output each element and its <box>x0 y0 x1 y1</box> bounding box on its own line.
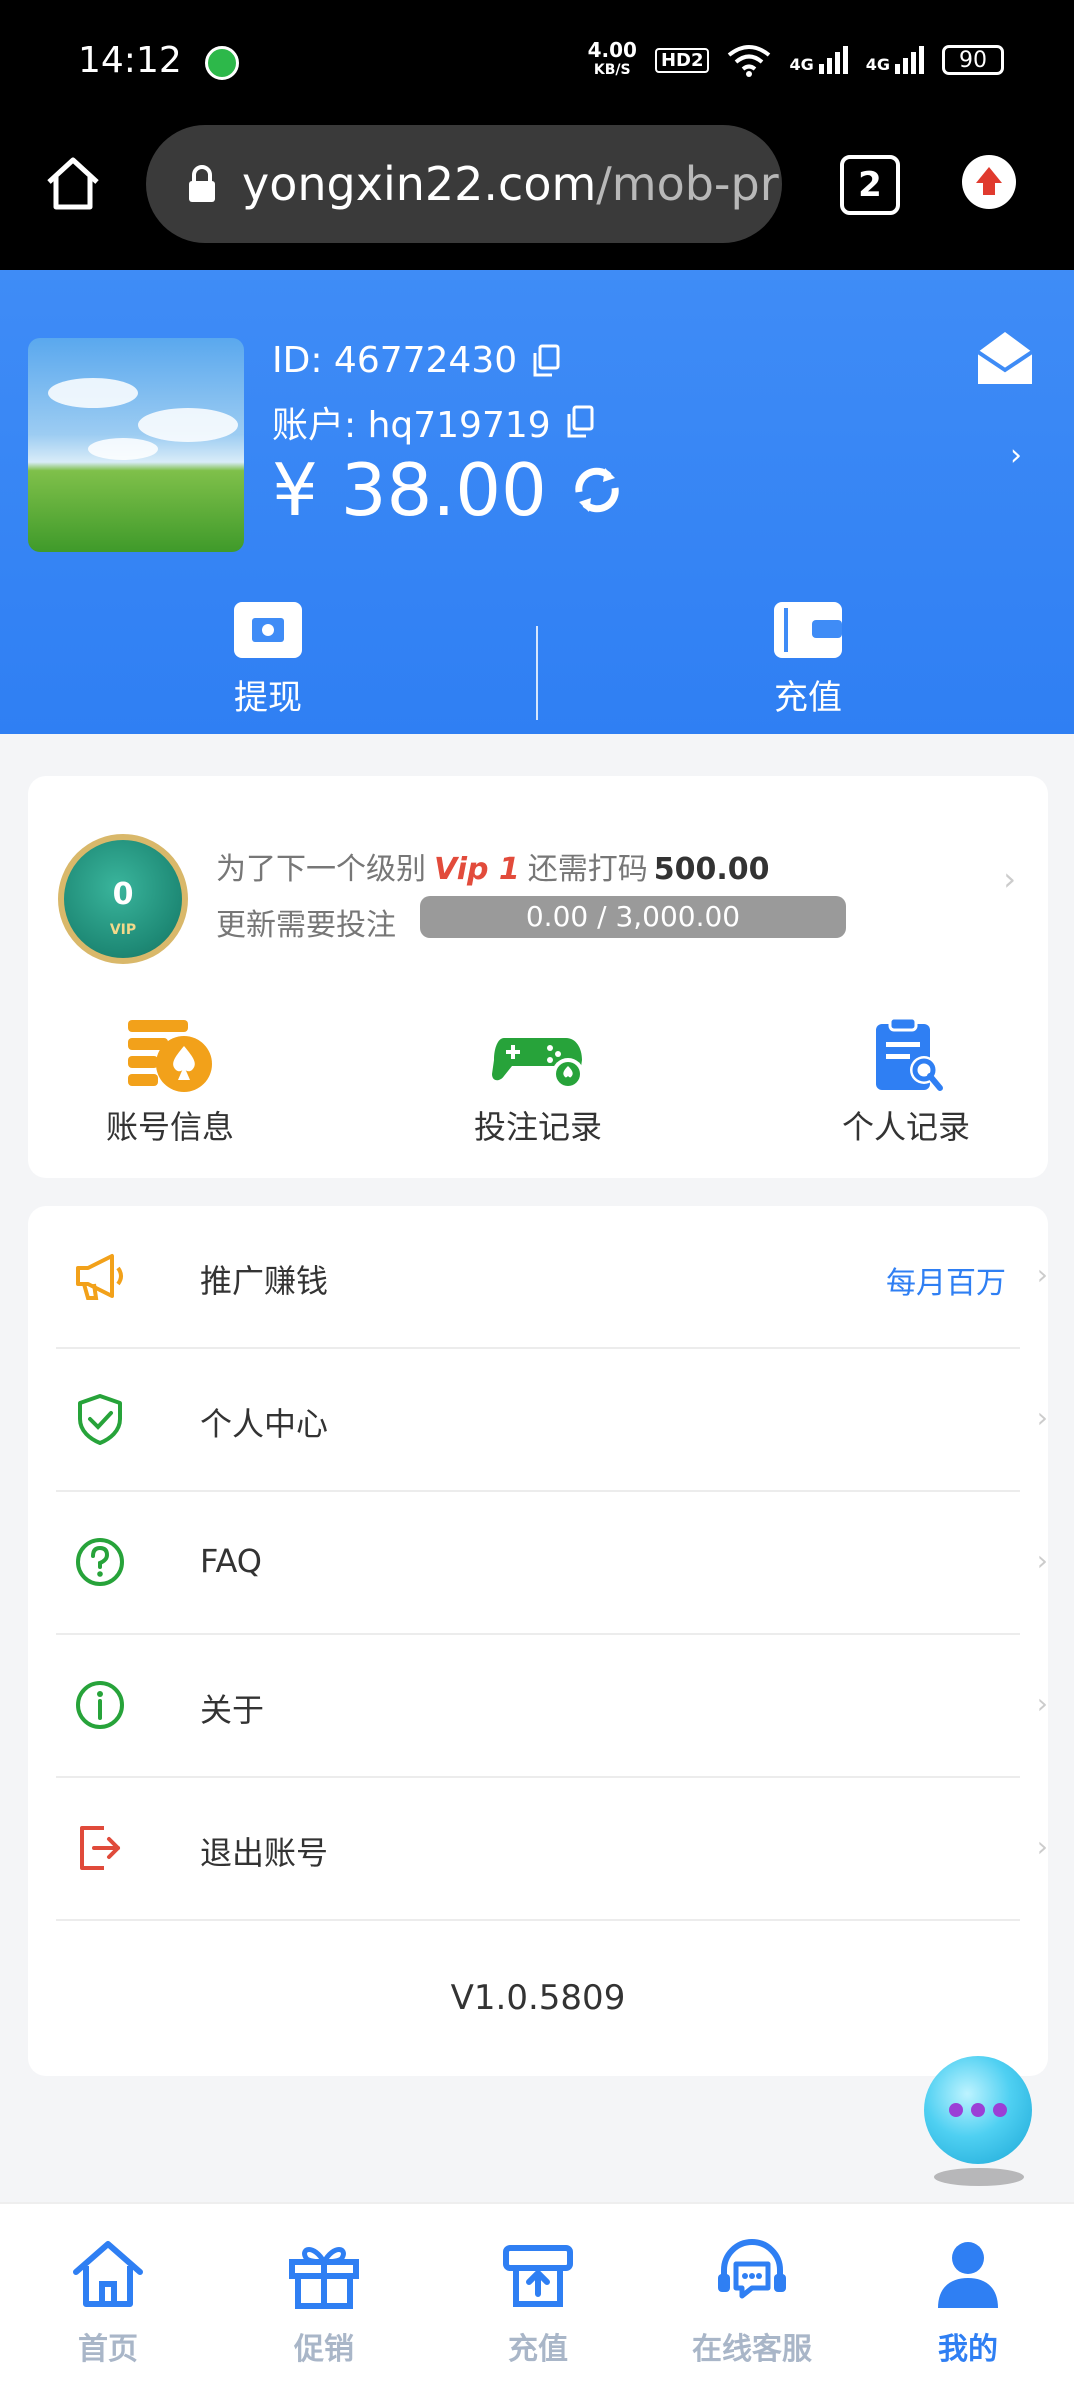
status-indicators: 4.00 KB/S HD2 4G 4G 90 <box>588 40 1004 80</box>
mail-icon[interactable] <box>974 328 1036 390</box>
chevron-right-icon[interactable]: › <box>1010 438 1022 473</box>
home-icon[interactable] <box>44 155 102 211</box>
vip-badge-icon: 0 VIP <box>58 834 188 964</box>
address-bar[interactable]: yongxin22.com/mob-pr <box>146 125 782 243</box>
info-circle-icon <box>76 1681 124 1729</box>
battery-icon: 90 <box>942 45 1004 75</box>
nav-promotions[interactable]: 促销 <box>244 2234 404 2368</box>
user-icon <box>938 2242 998 2308</box>
shield-check-icon <box>78 1394 122 1445</box>
signal-icon-1: 4G <box>789 46 848 74</box>
menu-item-about[interactable]: 关于 › <box>56 1635 1048 1778</box>
refresh-icon[interactable] <box>569 462 625 518</box>
bet-records-button[interactable]: 投注记录 <box>438 1016 638 1148</box>
gift-icon <box>289 2247 359 2309</box>
tabs-button[interactable]: 2 <box>840 155 900 215</box>
floating-chat-button[interactable] <box>924 2056 1032 2164</box>
user-account: 账户: hq719719 <box>272 396 595 448</box>
floating-button-shadow <box>934 2168 1024 2186</box>
hd-voice-icon: HD2 <box>654 47 710 73</box>
account-info-button[interactable]: 账号信息 <box>70 1016 270 1148</box>
nav-mine[interactable]: 我的 <box>888 2234 1048 2368</box>
chevron-right-icon: › <box>1036 1687 1048 1720</box>
deposit-icon <box>503 2245 573 2307</box>
divider <box>536 626 538 720</box>
menu-item-personal-center[interactable]: 个人中心 › <box>56 1349 1048 1492</box>
personal-records-button[interactable]: 个人记录 <box>806 1016 1006 1148</box>
divider <box>56 1919 1020 1921</box>
menu-item-logout[interactable]: 退出账号 › <box>56 1778 1048 1921</box>
gamepad-icon <box>492 1038 584 1090</box>
chevron-right-icon: › <box>1036 1401 1048 1434</box>
bottom-navigation: 首页 促销 充值 在线客服 我的 <box>0 2202 1074 2402</box>
status-time: 14:12 <box>78 40 182 81</box>
nav-home[interactable]: 首页 <box>28 2234 188 2368</box>
chevron-right-icon[interactable]: › <box>1003 860 1016 898</box>
question-circle-icon <box>76 1538 124 1586</box>
net-speed: 4.00 KB/S <box>587 38 637 78</box>
vip-bet-label: 更新需要投注 <box>216 908 396 943</box>
chevron-right-icon: › <box>1036 1830 1048 1863</box>
menu-item-faq[interactable]: FAQ › <box>56 1492 1048 1635</box>
promote-tagline: 每月百万 <box>886 1266 1006 1301</box>
balance: ¥ 38.00 <box>272 448 625 532</box>
lock-icon <box>189 165 215 202</box>
withdraw-icon <box>234 602 302 658</box>
home-icon <box>73 2241 143 2307</box>
browser-toolbar: yongxin22.com/mob-pr 2 <box>0 125 1074 270</box>
app-version: V1.0.5809 <box>450 1978 626 2018</box>
vip-progress-bar: 0.00 / 3,000.00 <box>420 896 846 938</box>
menu-card: 推广赚钱 每月百万 › 个人中心 › FAQ › 关于 › 退出账号 › V1.… <box>28 1206 1048 2076</box>
update-icon[interactable] <box>962 155 1016 209</box>
menu-item-promote[interactable]: 推广赚钱 每月百万 › <box>56 1206 1048 1349</box>
withdraw-button[interactable]: 提现 <box>168 600 368 719</box>
recharge-button[interactable]: 充值 <box>708 600 908 719</box>
signal-icon-2: 4G <box>866 46 924 74</box>
nav-recharge[interactable]: 充值 <box>458 2234 618 2368</box>
more-dots-icon <box>949 2103 1007 2117</box>
wallet-icon <box>774 602 842 658</box>
headset-chat-icon <box>718 2239 786 2299</box>
chevron-right-icon: › <box>1036 1258 1048 1291</box>
user-id: ID: 46772430 <box>272 340 561 381</box>
account-info-icon <box>128 1020 212 1092</box>
copy-icon[interactable] <box>531 344 561 378</box>
profile-header: ID: 46772430 账户: hq719719 ¥ 38.00 › 提现 充… <box>0 270 1074 734</box>
notification-app-icon <box>205 46 239 80</box>
copy-icon[interactable] <box>565 405 595 439</box>
chevron-right-icon: › <box>1036 1544 1048 1577</box>
vip-card: 0 VIP 为了下一个级别 Vip 1 还需打码 500.00 更新需要投注 0.00… <box>28 776 1048 1178</box>
nav-customer-service[interactable]: 在线客服 <box>672 2234 832 2368</box>
status-bar: 14:12 4.00 KB/S HD2 4G 4G 90 <box>0 0 1074 125</box>
clipboard-search-icon <box>876 1016 943 1091</box>
avatar[interactable] <box>28 338 244 552</box>
wifi-icon <box>728 45 771 77</box>
logout-icon <box>80 1826 120 1870</box>
megaphone-icon <box>76 1254 123 1300</box>
vip-next-level-text: 为了下一个级别 Vip 1 还需打码 500.00 <box>216 852 770 887</box>
url-text: yongxin22.com/mob-pr <box>242 157 779 211</box>
